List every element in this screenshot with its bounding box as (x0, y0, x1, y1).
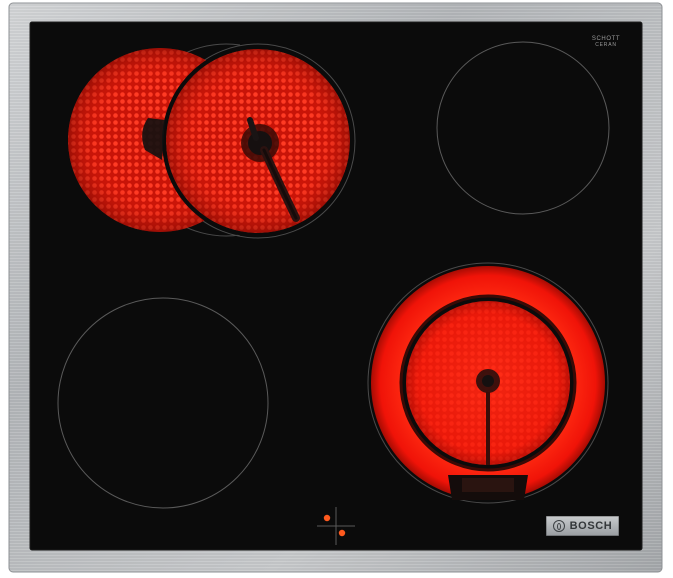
brand-name: BOSCH (569, 520, 613, 532)
glass-manufacturer-logo: SCHOTT CERAN (585, 36, 627, 51)
brand-badge: BOSCH (546, 516, 619, 536)
glass-logo-line2: CERAN (595, 42, 617, 48)
cooktop-photo: SCHOTT CERAN BOSCH (0, 0, 673, 578)
indicator-light-rear (323, 514, 331, 522)
cooktop-drawing (8, 2, 663, 573)
rear-left-cooking-zone (68, 43, 356, 239)
indicator-light-front (338, 529, 346, 537)
brand-mark-icon (552, 520, 565, 532)
